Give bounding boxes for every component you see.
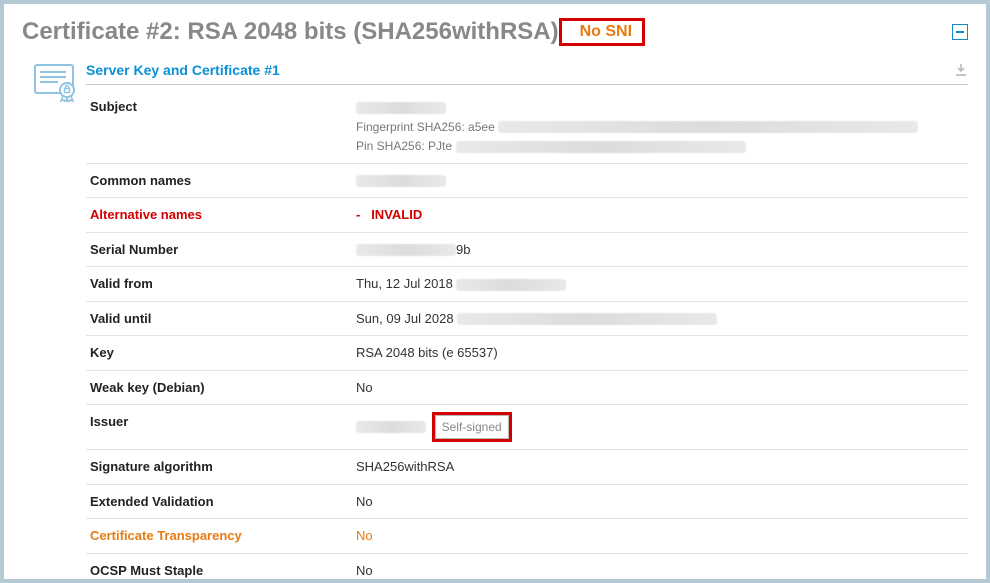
- label-ocsp: OCSP Must Staple: [86, 553, 352, 583]
- value-common-names: [352, 163, 968, 198]
- self-signed-badge: Self-signed: [435, 415, 509, 439]
- no-sni-label: No SNI: [576, 21, 636, 42]
- value-valid-until: Sun, 09 Jul 2028: [352, 301, 968, 336]
- row-sigalg: Signature algorithm SHA256withRSA: [86, 450, 968, 485]
- row-ev: Extended Validation No: [86, 484, 968, 519]
- row-subject: Subject Fingerprint SHA256: a5ee Pin SHA…: [86, 87, 968, 163]
- value-ev: No: [352, 484, 968, 519]
- label-common-names: Common names: [86, 163, 352, 198]
- label-ct: Certificate Transparency: [86, 519, 352, 554]
- row-valid-until: Valid until Sun, 09 Jul 2028: [86, 301, 968, 336]
- certificate-details-table: Subject Fingerprint SHA256: a5ee Pin SHA…: [86, 87, 968, 583]
- redacted-text: [456, 141, 746, 153]
- label-subject: Subject: [86, 87, 352, 163]
- label-key: Key: [86, 336, 352, 371]
- minus-icon: [956, 31, 964, 33]
- value-ct: No: [352, 519, 968, 554]
- redacted-text: [498, 121, 918, 133]
- certificate-title-bar: Certificate #2: RSA 2048 bits (SHA256wit…: [4, 4, 986, 62]
- label-valid-until: Valid until: [86, 301, 352, 336]
- label-valid-from: Valid from: [86, 267, 352, 302]
- value-weak-key: No: [352, 370, 968, 405]
- redacted-text: [456, 279, 566, 291]
- self-signed-highlight-box: Self-signed: [432, 412, 512, 442]
- value-key: RSA 2048 bits (e 65537): [352, 336, 968, 371]
- value-serial: 9b: [352, 232, 968, 267]
- value-issuer: Self-signed: [352, 405, 968, 450]
- row-weak-key: Weak key (Debian) No: [86, 370, 968, 405]
- value-valid-from: Thu, 12 Jul 2018: [352, 267, 968, 302]
- row-valid-from: Valid from Thu, 12 Jul 2018: [86, 267, 968, 302]
- redacted-text: [356, 102, 446, 114]
- label-weak-key: Weak key (Debian): [86, 370, 352, 405]
- no-sni-highlight-box: No SNI: [559, 18, 645, 46]
- value-subject: Fingerprint SHA256: a5ee Pin SHA256: PJt…: [352, 87, 968, 163]
- certificate-icon: [34, 62, 84, 583]
- label-issuer: Issuer: [86, 405, 352, 450]
- section-title: Server Key and Certificate #1: [86, 62, 280, 78]
- label-ev: Extended Validation: [86, 484, 352, 519]
- value-alt-names: - INVALID: [352, 198, 968, 233]
- collapse-toggle[interactable]: [952, 24, 968, 40]
- redacted-text: [356, 421, 426, 433]
- download-icon[interactable]: [954, 63, 968, 77]
- label-alt-names: Alternative names: [86, 198, 352, 233]
- row-issuer: Issuer Self-signed: [86, 405, 968, 450]
- redacted-text: [356, 175, 446, 187]
- value-sigalg: SHA256withRSA: [352, 450, 968, 485]
- row-serial: Serial Number 9b: [86, 232, 968, 267]
- row-key: Key RSA 2048 bits (e 65537): [86, 336, 968, 371]
- label-sigalg: Signature algorithm: [86, 450, 352, 485]
- value-ocsp: No: [352, 553, 968, 583]
- row-alt-names: Alternative names - INVALID: [86, 198, 968, 233]
- redacted-text: [356, 244, 456, 256]
- label-serial: Serial Number: [86, 232, 352, 267]
- row-ct: Certificate Transparency No: [86, 519, 968, 554]
- row-ocsp: OCSP Must Staple No: [86, 553, 968, 583]
- certificate-title: Certificate #2: RSA 2048 bits (SHA256wit…: [22, 18, 559, 46]
- fingerprint-label: Fingerprint SHA256: a5ee: [356, 120, 495, 134]
- redacted-text: [457, 313, 717, 325]
- section-header: Server Key and Certificate #1: [86, 62, 968, 85]
- row-common-names: Common names: [86, 163, 968, 198]
- pin-label: Pin SHA256: PJte: [356, 139, 452, 153]
